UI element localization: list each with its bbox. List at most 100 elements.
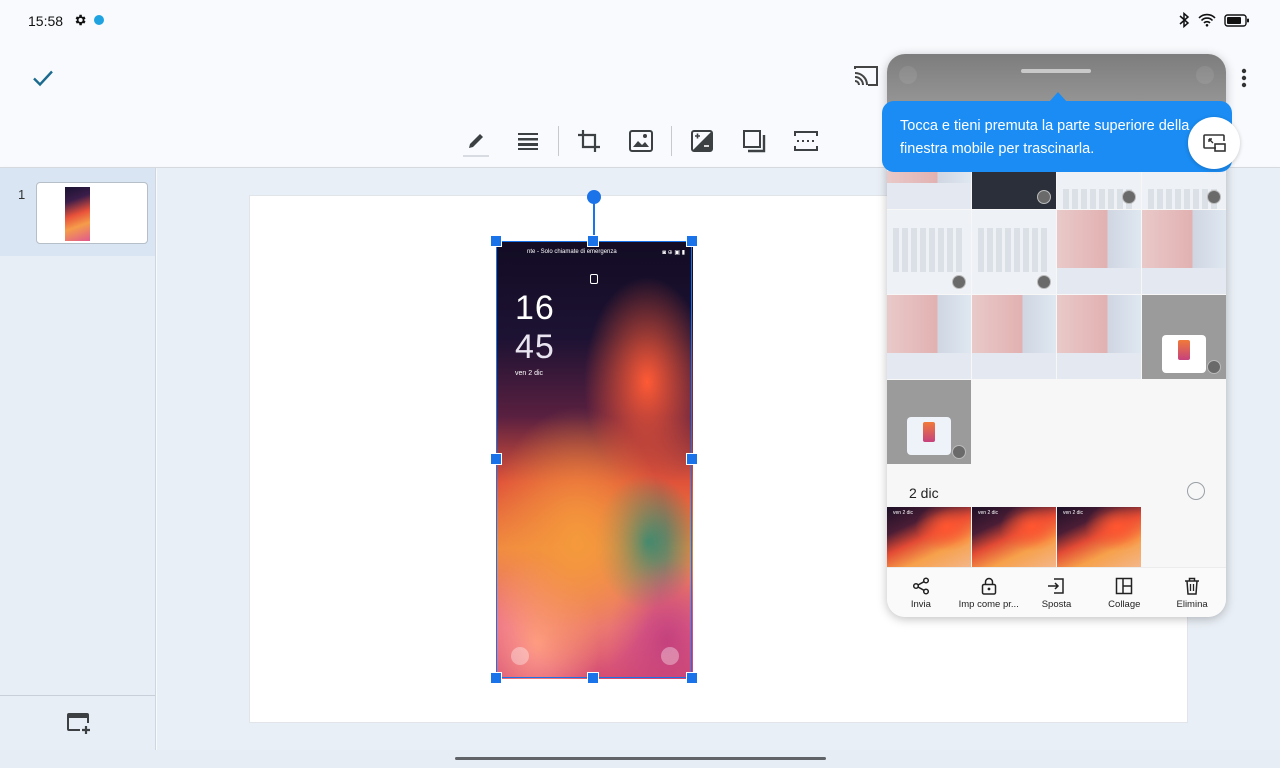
select-circle[interactable] [1122, 190, 1136, 204]
done-button[interactable] [28, 63, 58, 93]
slide-number: 1 [18, 187, 26, 202]
crop-button[interactable] [571, 123, 607, 159]
pip-window-button[interactable] [1188, 117, 1240, 169]
camera-icon [661, 647, 679, 665]
dialog-preview [907, 417, 951, 455]
select-circle[interactable] [952, 275, 966, 289]
phone-status-icons: ◙ ⊕ ▣ ▮ [662, 250, 685, 256]
new-slide-button[interactable] [66, 712, 92, 738]
rotate-handle[interactable] [587, 190, 601, 204]
photo-thumbnail[interactable] [1142, 171, 1226, 209]
resize-handle-left[interactable] [490, 453, 502, 465]
set-as-button[interactable]: Imp come pr... [955, 568, 1023, 617]
pen-icon [469, 134, 483, 148]
slides-panel: 1 [0, 168, 156, 750]
delete-label: Elimina [1176, 599, 1208, 610]
drag-hint-tooltip[interactable]: Tocca e tieni premuta la parte superiore… [882, 101, 1240, 172]
replace-image-button[interactable] [623, 123, 659, 159]
drag-handle[interactable] [1021, 69, 1091, 73]
cast-icon [854, 66, 878, 86]
lock-icon [590, 274, 598, 284]
alt-text-button[interactable] [788, 123, 824, 159]
photo-thumbnail[interactable] [972, 210, 1056, 294]
photo-thumbnail[interactable] [972, 295, 1056, 379]
select-circle[interactable] [952, 190, 966, 204]
check-icon [33, 70, 53, 87]
adjustments-icon [691, 130, 713, 152]
delete-icon [1185, 577, 1200, 595]
toolbar-divider [558, 126, 559, 156]
select-circle[interactable] [1037, 275, 1051, 289]
more-options-button[interactable] [1232, 64, 1256, 92]
photo-thumbnail[interactable] [887, 171, 971, 209]
share-button[interactable]: Invia [887, 568, 955, 617]
select-circle[interactable] [952, 445, 966, 459]
photo-thumbnail[interactable]: ven 2 dic [1057, 507, 1141, 567]
border-weight-button[interactable] [510, 123, 546, 159]
gallery-action-bar: Invia Imp come pr... Sposta Collage Elim… [887, 567, 1226, 617]
photo-thumbnail[interactable] [1057, 210, 1141, 294]
drop-shadow-button[interactable] [736, 123, 772, 159]
select-circle[interactable] [1037, 360, 1051, 374]
collage-button[interactable]: Collage [1090, 568, 1158, 617]
border-color-button[interactable] [458, 123, 494, 159]
photo-thumbnail[interactable] [887, 210, 971, 294]
delete-button[interactable]: Elimina [1158, 568, 1226, 617]
photo-thumbnail[interactable] [1057, 295, 1141, 379]
status-bar: 15:58 [0, 0, 1280, 40]
select-circle[interactable] [1207, 360, 1221, 374]
alt-text-icon [794, 131, 818, 151]
drop-shadow-icon [743, 130, 766, 153]
resize-handle-top-right[interactable] [686, 235, 698, 247]
tooltip-text: Tocca e tieni premuta la parte superiore… [900, 118, 1190, 157]
photo-thumbnail[interactable] [1142, 295, 1226, 379]
photo-date-text: ven 2 dic [1063, 510, 1084, 516]
expand-icon[interactable] [899, 66, 917, 84]
wifi-icon [1198, 13, 1216, 27]
select-circle[interactable] [1122, 360, 1136, 374]
dialog-preview [1162, 335, 1206, 373]
close-icon[interactable] [1196, 66, 1214, 84]
select-circle[interactable] [1037, 190, 1051, 204]
move-label: Sposta [1041, 599, 1072, 610]
move-button[interactable]: Sposta [1023, 568, 1091, 617]
date-section-header: 2 dic [887, 478, 1226, 510]
select-circle[interactable] [1122, 275, 1136, 289]
pip-window-icon [1203, 134, 1226, 152]
collage-icon [1116, 577, 1133, 595]
photo-thumbnail[interactable]: ven 2 dic [887, 507, 971, 567]
app-notification-icon [94, 15, 104, 25]
photo-thumbnail[interactable] [887, 380, 971, 464]
photo-thumbnail[interactable] [1142, 210, 1226, 294]
select-all-date-circle[interactable] [1187, 482, 1205, 500]
photo-thumbnail[interactable]: ven 2 dic [972, 507, 1056, 567]
select-circle[interactable] [952, 360, 966, 374]
photo-thumbnail[interactable] [1057, 171, 1141, 209]
photo-thumbnail[interactable] [887, 295, 971, 379]
image-edit-toolbar [450, 122, 832, 160]
resize-handle-top-left[interactable] [490, 235, 502, 247]
lock-icon [981, 577, 996, 595]
resize-handle-top[interactable] [587, 235, 599, 247]
slide-list-item[interactable]: 1 [0, 168, 155, 256]
select-circle[interactable] [1207, 190, 1221, 204]
gear-icon [75, 14, 86, 26]
inserted-screenshot-image[interactable]: nte - Solo chiamate di emergenza ◙ ⊕ ▣ ▮… [497, 242, 693, 679]
slide-thumbnail-image [65, 187, 90, 241]
cast-button[interactable] [852, 64, 882, 92]
home-gesture-handle[interactable] [455, 757, 826, 760]
replace-image-icon [629, 130, 653, 152]
resize-handle-bottom[interactable] [587, 672, 599, 684]
resize-handle-right[interactable] [686, 453, 698, 465]
toolbar-divider [671, 126, 672, 156]
slide-thumbnail[interactable] [36, 182, 148, 244]
photo-thumbnail[interactable] [972, 171, 1056, 209]
resize-handle-bottom-left[interactable] [490, 672, 502, 684]
section-date-label: 2 dic [909, 485, 939, 501]
more-vert-icon [1241, 68, 1247, 88]
resize-handle-bottom-right[interactable] [686, 672, 698, 684]
system-navigation-bar [0, 750, 1280, 768]
battery-icon [1224, 13, 1249, 27]
select-circle[interactable] [1207, 275, 1221, 289]
adjustments-button[interactable] [684, 123, 720, 159]
